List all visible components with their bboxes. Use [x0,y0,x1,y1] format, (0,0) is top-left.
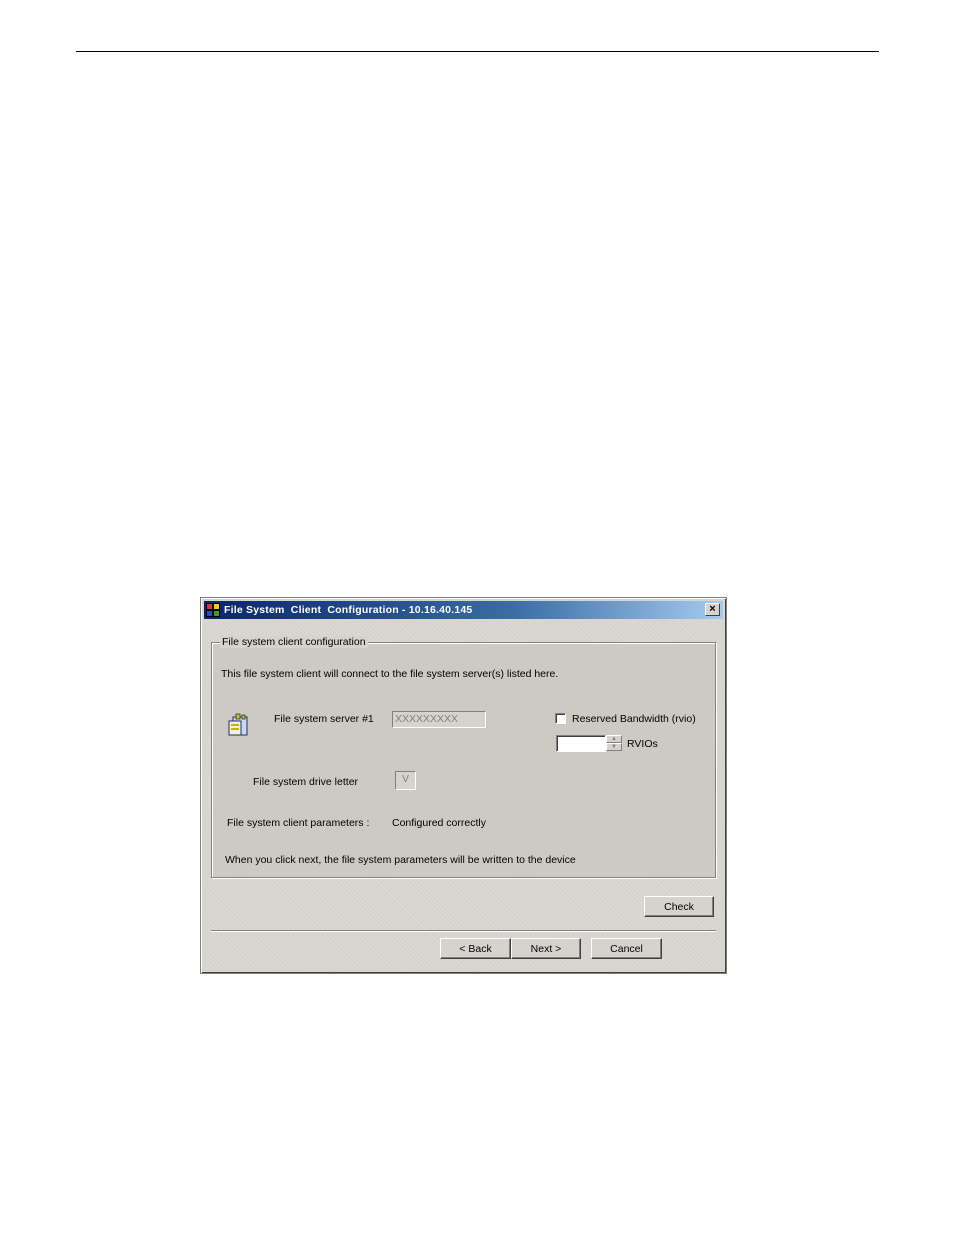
back-button[interactable]: < Back [440,938,511,959]
params-status: Configured correctly [392,817,486,829]
title-bar[interactable]: File System Client Configuration - 10.16… [204,601,723,619]
spin-down-icon[interactable]: ▼ [606,743,622,751]
server-field[interactable]: XXXXXXXXX [392,711,486,728]
drive-letter-field[interactable]: V [395,771,416,790]
window-title: File System Client Configuration - 10.16… [224,604,473,616]
drive-letter-label: File system drive letter [253,776,359,788]
rvio-units-label: RVIOs [627,738,658,750]
spin-up-icon[interactable]: ▲ [606,735,622,743]
reserved-bandwidth-checkbox[interactable] [555,713,566,724]
file-system-client-config-dialog: File System Client Configuration - 10.16… [200,597,727,974]
intro-text: This file system client will connect to … [221,668,559,680]
server-icon [228,713,248,736]
check-button[interactable]: Check [644,896,714,917]
button-separator [211,930,716,932]
page-header-rule [76,51,879,52]
group-legend: File system client configuration [220,636,368,648]
server-label: File system server #1 [274,713,374,725]
params-label: File system client parameters : [227,817,370,829]
close-button[interactable]: × [705,603,720,616]
footer-note: When you click next, the file system par… [225,854,576,866]
rvio-spinner[interactable]: ▲ ▼ [606,735,622,752]
next-button[interactable]: Next > [511,938,581,959]
cancel-button[interactable]: Cancel [591,938,662,959]
app-icon [206,603,220,617]
close-icon: × [709,603,716,615]
client-config-group: File system client configuration This fi… [211,636,716,878]
reserved-bandwidth-label: Reserved Bandwidth (rvio) [572,713,696,725]
rvio-input[interactable] [556,735,606,752]
